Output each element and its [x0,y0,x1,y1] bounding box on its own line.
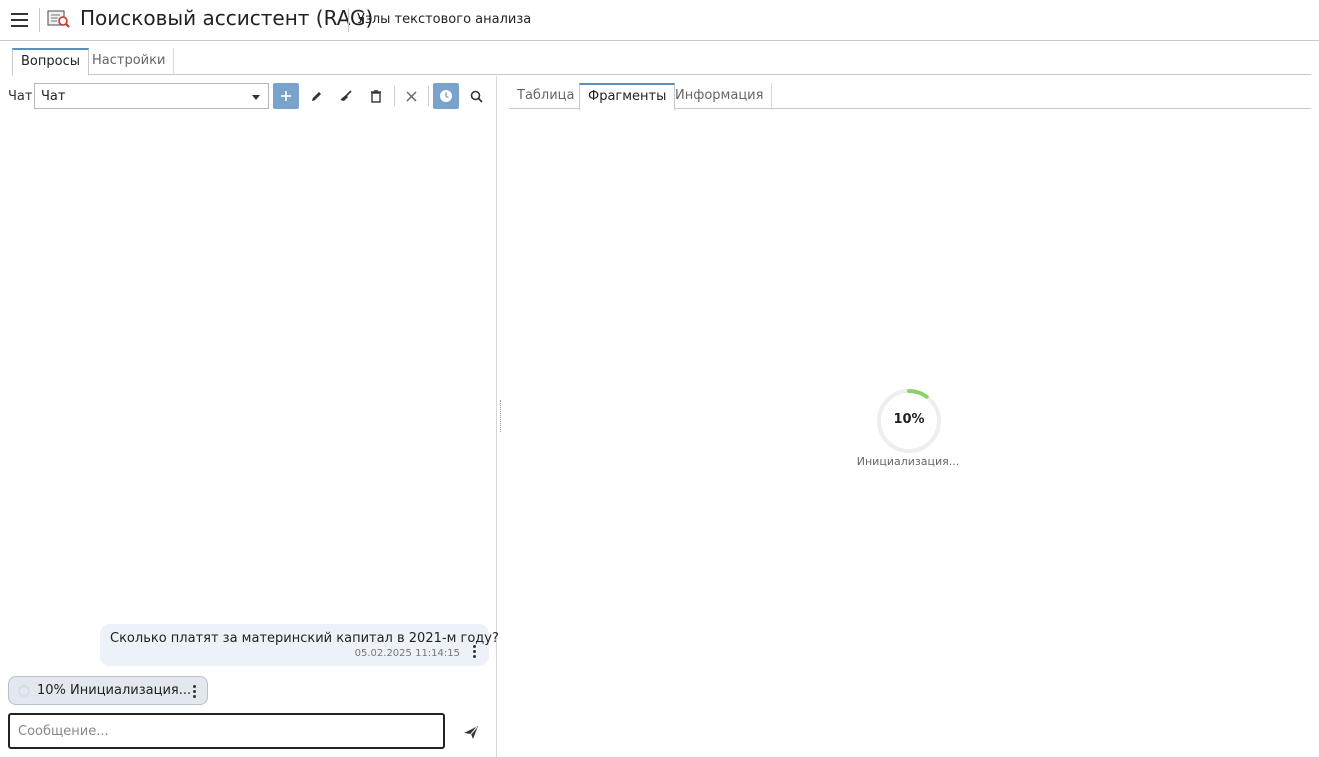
app-title: Поисковый ассистент (RAG) [80,6,374,30]
send-icon[interactable] [460,721,482,743]
hamburger-icon[interactable] [11,13,28,27]
more-vertical-icon[interactable] [469,645,479,659]
edit-chat-button[interactable] [303,83,329,109]
close-icon [406,91,416,101]
chat-select-value: Чат [41,89,66,104]
spinner-icon [18,685,30,697]
clear-chat-button[interactable] [333,83,359,109]
trash-icon [371,89,381,103]
app-header: Поисковый ассистент (RAG) Узлы текстовог… [0,0,1319,41]
main-tabs: Вопросы Настройки [12,48,1311,76]
message-input[interactable] [8,713,445,749]
history-button[interactable] [433,83,459,109]
progress-percent: 10% [893,412,925,427]
progress-loader: 10% [876,388,942,454]
search-document-icon [47,10,70,28]
toolbar-divider [428,86,429,106]
tab-information[interactable]: Информация [667,83,773,110]
user-message-text: Сколько платят за материнский капитал в … [110,631,499,646]
chat-select[interactable]: Чат [34,83,269,109]
header-divider [39,8,40,32]
clock-icon [440,90,452,102]
result-tabs: Таблица Фрагменты Информация [509,83,1311,111]
tab-table[interactable]: Таблица [509,83,584,110]
tab-fragments[interactable]: Фрагменты [579,83,676,111]
delete-chat-button[interactable] [363,83,389,109]
plus-icon [281,91,291,101]
progress-label: Инициализация... [856,455,960,468]
message-timestamp: 05.02.2025 11:14:15 [354,648,460,659]
user-message: Сколько платят за материнский капитал в … [100,624,499,666]
tab-settings[interactable]: Настройки [84,48,175,75]
header-divider [348,8,349,32]
toolbar-divider [394,86,395,106]
pencil-icon [311,91,321,101]
app-subtitle[interactable]: Узлы текстового анализа [357,12,531,27]
chat-pane: Чат Чат Сколько платят за материнский ка… [0,76,499,757]
tab-questions[interactable]: Вопросы [12,48,89,76]
chevron-down-icon [252,95,260,100]
close-button[interactable] [398,83,424,109]
search-icon [470,90,483,103]
search-button[interactable] [463,83,489,109]
broom-icon [340,90,352,101]
add-chat-button[interactable] [273,83,299,109]
chat-label: Чат [8,89,33,104]
pane-splitter[interactable] [500,400,503,432]
status-text: 10% Инициализация... [37,683,192,698]
more-vertical-icon[interactable] [189,685,199,699]
assistant-status-message: 10% Инициализация... [8,676,208,705]
